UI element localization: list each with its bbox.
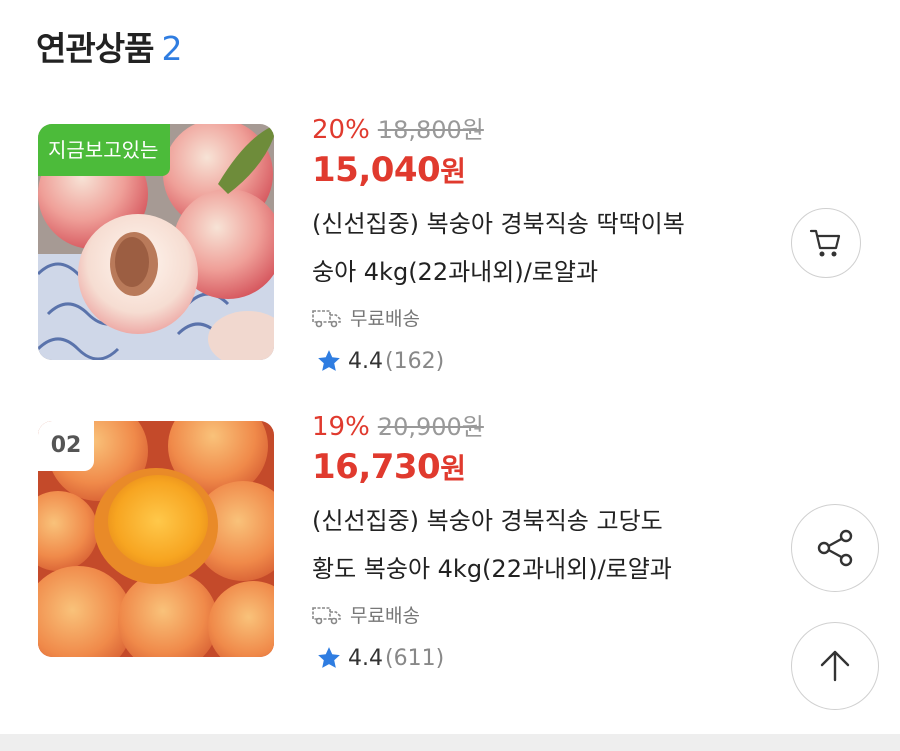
now-viewing-badge: 지금보고있는 [38, 124, 171, 176]
product-name[interactable]: (신선집중) 복숭아 경북직송 딱딱이복 숭아 4kg(22과내외)/로얄과 [312, 200, 782, 296]
sale-price: 15,040원 [312, 150, 466, 190]
review-count: (162) [385, 348, 445, 374]
original-price: 20,900원 [377, 413, 484, 441]
truck-icon [312, 606, 341, 624]
scroll-to-top-button[interactable] [791, 622, 879, 710]
free-shipping: 무료배송 [312, 601, 420, 628]
price-unit: 원 [440, 452, 466, 485]
share-button[interactable] [791, 504, 879, 592]
discount-rate: 19% [312, 412, 370, 442]
product-name-line: (신선집중) 복숭아 경북직송 딱딱이복 [312, 210, 685, 238]
discount-rate: 20% [312, 115, 370, 145]
sale-price: 16,730원 [312, 447, 466, 487]
price-value: 15,040 [312, 150, 441, 190]
discount-row: 20% 18,800원 [312, 110, 484, 145]
discount-row: 19% 20,900원 [312, 407, 484, 442]
rating: 4.4 (162) [316, 348, 444, 374]
bottom-divider [0, 734, 900, 751]
product-name-line: (신선집중) 복숭아 경북직송 고당도 [312, 507, 663, 535]
product-name-line: 황도 복숭아 4kg(22과내외)/로얄과 [312, 555, 672, 583]
rating-score: 4.4 [348, 348, 383, 374]
cart-icon [809, 229, 841, 257]
product-image[interactable]: 지금보고있는 [38, 124, 274, 360]
section-title: 연관상품 2 [36, 22, 182, 70]
section-count: 2 [161, 29, 182, 68]
product-image[interactable]: 02 [38, 421, 274, 657]
rating: 4.4 (611) [316, 645, 444, 671]
star-icon [318, 647, 340, 668]
share-icon [817, 529, 853, 567]
add-to-cart-button[interactable] [791, 208, 861, 278]
rank-badge: 02 [38, 421, 94, 471]
truck-icon [312, 309, 341, 327]
rating-score: 4.4 [348, 645, 383, 671]
review-count: (611) [385, 645, 445, 671]
shipping-label: 무료배송 [350, 605, 420, 627]
free-shipping: 무료배송 [312, 304, 420, 331]
product-name-line: 숭아 4kg(22과내외)/로얄과 [312, 258, 599, 286]
shipping-label: 무료배송 [350, 308, 420, 330]
price-value: 16,730 [312, 447, 441, 487]
original-price: 18,800원 [377, 116, 484, 144]
star-icon [318, 350, 340, 371]
price-unit: 원 [440, 155, 466, 188]
arrow-up-icon [820, 650, 850, 682]
product-name[interactable]: (신선집중) 복숭아 경북직송 고당도 황도 복숭아 4kg(22과내외)/로얄… [312, 497, 782, 593]
section-title-text: 연관상품 [36, 29, 154, 68]
